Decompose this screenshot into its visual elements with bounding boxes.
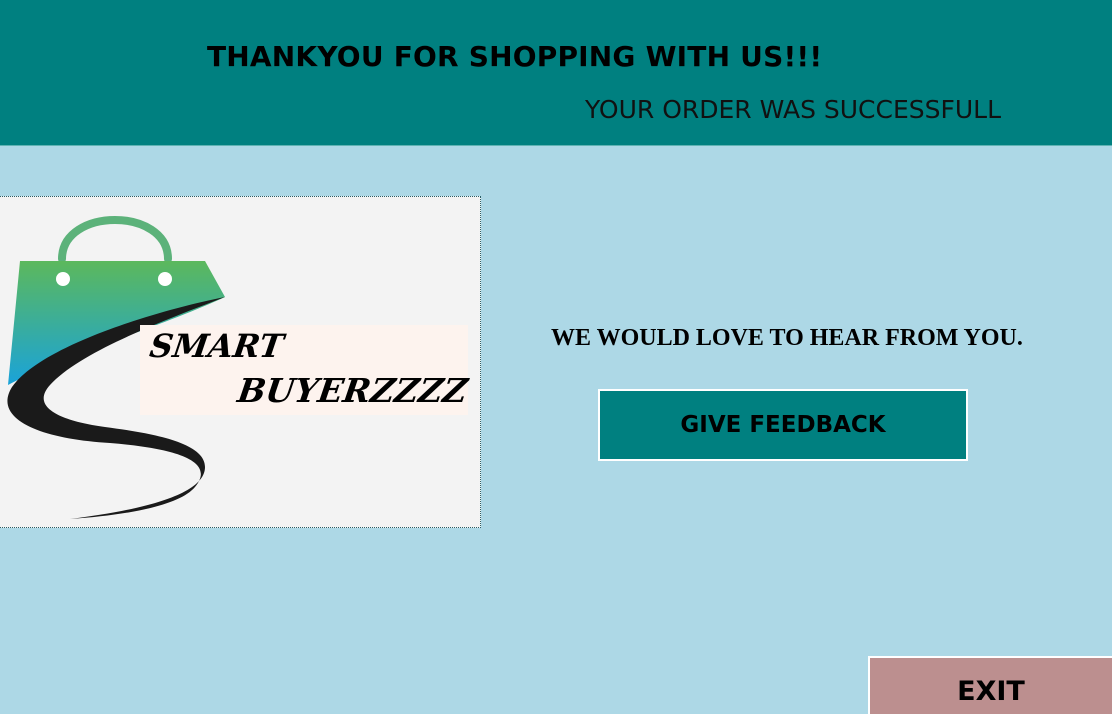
give-feedback-button[interactable]: GIVE FEEDBACK	[598, 389, 968, 461]
logo-wordmark: SMART BUYERZZZZ	[140, 325, 470, 415]
logo-word-smart: SMART	[147, 327, 286, 365]
logo-word-buyerzzzz: BUYERZZZZ	[235, 371, 470, 410]
header-banner: THANKYOU FOR SHOPPING WITH US!!! YOUR OR…	[0, 0, 1112, 146]
feedback-prompt: WE WOULD LOVE TO HEAR FROM YOU.	[551, 325, 1023, 351]
order-status-message: YOUR ORDER WAS SUCCESSFULL	[585, 95, 1002, 124]
store-logo: SMART BUYERZZZZ	[0, 196, 481, 528]
exit-button[interactable]: EXIT	[868, 656, 1112, 714]
page-title: THANKYOU FOR SHOPPING WITH US!!!	[207, 40, 823, 73]
